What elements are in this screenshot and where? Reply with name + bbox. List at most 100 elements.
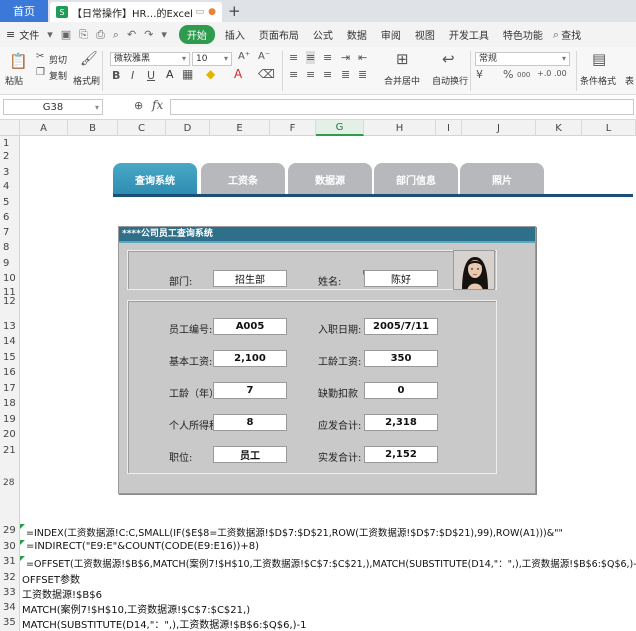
fill-color-icon[interactable]: ◆ bbox=[206, 67, 215, 81]
net-value[interactable]: 2,152 bbox=[364, 446, 438, 463]
wrap-text-button[interactable]: 自动换行 bbox=[432, 74, 468, 87]
gross-value[interactable]: 2,318 bbox=[364, 414, 438, 431]
row-number[interactable]: 33 bbox=[0, 587, 20, 598]
nav-tab-query[interactable]: 查询系统 bbox=[113, 163, 197, 195]
row-number[interactable]: 32 bbox=[0, 572, 20, 583]
formula-line[interactable]: =INDEX(工资数据源!C:C,SMALL(IF($E$8=工资数据源!$D$… bbox=[26, 525, 563, 539]
export-icon[interactable]: ⎘ bbox=[79, 28, 88, 42]
column-header[interactable]: L bbox=[582, 120, 636, 136]
align-center-icon[interactable]: ≡ bbox=[306, 68, 315, 81]
name-box[interactable]: G38 bbox=[3, 99, 103, 115]
cut-button[interactable]: 剪切 bbox=[49, 53, 67, 66]
text-line[interactable]: 工资数据源!$B$6 bbox=[22, 586, 102, 601]
row-number[interactable]: 1 bbox=[0, 138, 20, 149]
row-number[interactable]: 16 bbox=[0, 367, 20, 378]
decrease-decimal-icon[interactable]: .00 bbox=[554, 69, 567, 78]
fx-icon[interactable]: fx bbox=[152, 98, 163, 112]
column-header-selected[interactable]: G bbox=[316, 120, 364, 136]
chevron-down-icon[interactable]: ▾ bbox=[47, 28, 53, 41]
nav-tab-department[interactable]: 部门信息 bbox=[374, 163, 458, 195]
font-color-icon[interactable]: A bbox=[234, 67, 242, 81]
decrease-font-icon[interactable]: A⁻ bbox=[258, 51, 270, 62]
row-number[interactable]: 29 bbox=[0, 525, 20, 536]
cut-icon[interactable]: ✂ bbox=[36, 51, 44, 62]
row-number[interactable]: 9 bbox=[0, 258, 20, 269]
column-header[interactable]: K bbox=[536, 120, 582, 136]
menu-developer[interactable]: 开发工具 bbox=[449, 27, 489, 42]
border-icon[interactable]: ▦ bbox=[182, 67, 193, 81]
menu-start[interactable]: 开始 bbox=[178, 25, 215, 44]
increase-font-icon[interactable]: A⁺ bbox=[238, 51, 250, 62]
menu-page-layout[interactable]: 页面布局 bbox=[259, 27, 299, 42]
nav-tab-datasource[interactable]: 数据源 bbox=[288, 163, 372, 195]
row-number[interactable]: 12 bbox=[0, 296, 20, 307]
text-line[interactable]: MATCH(案例7!$H$10,工资数据源!$C$7:$C$21,) bbox=[22, 601, 250, 616]
column-header[interactable]: C bbox=[118, 120, 166, 136]
row-number[interactable]: 20 bbox=[0, 429, 20, 440]
row-number[interactable]: 5 bbox=[0, 197, 20, 208]
italic-icon[interactable]: I bbox=[131, 69, 134, 82]
column-header[interactable]: H bbox=[364, 120, 436, 136]
zoom-icon[interactable]: ⊕ bbox=[134, 99, 143, 112]
search-icon[interactable]: ⌕ bbox=[553, 28, 559, 42]
menu-formulas[interactable]: 公式 bbox=[313, 27, 333, 42]
tax-value[interactable]: 8 bbox=[213, 414, 287, 431]
row-number[interactable]: 34 bbox=[0, 602, 20, 613]
menu-insert[interactable]: 插入 bbox=[225, 27, 245, 42]
select-all-corner[interactable] bbox=[0, 120, 20, 136]
indent-icon[interactable]: ⇥ bbox=[341, 51, 350, 64]
row-number[interactable]: 18 bbox=[0, 398, 20, 409]
row-number[interactable]: 7 bbox=[0, 227, 20, 238]
undo-icon[interactable]: ↶ bbox=[127, 28, 136, 41]
emp-no-value[interactable]: A005 bbox=[213, 318, 287, 335]
row-number[interactable]: 6 bbox=[0, 212, 20, 223]
bold-icon[interactable]: B bbox=[112, 69, 120, 82]
hamburger-icon[interactable]: ≡ bbox=[6, 28, 15, 41]
font-name-select[interactable]: 微软雅黑 bbox=[110, 52, 190, 66]
row-number[interactable]: 31 bbox=[0, 556, 20, 567]
nav-tab-payslip[interactable]: 工资条 bbox=[201, 163, 285, 195]
save-icon[interactable]: ▣ bbox=[61, 28, 71, 41]
column-header[interactable]: I bbox=[436, 120, 462, 136]
tab-home[interactable]: 首页 bbox=[0, 0, 48, 22]
base-salary-value[interactable]: 2,100 bbox=[213, 350, 287, 367]
row-number[interactable]: 17 bbox=[0, 383, 20, 394]
align-left-icon[interactable]: ≡ bbox=[289, 68, 298, 81]
row-number[interactable]: 13 bbox=[0, 321, 20, 332]
conditional-format-button[interactable]: 条件格式 bbox=[580, 74, 616, 87]
formula-line[interactable]: =INDIRECT("E9:E"&COUNT(CODE(E9:E16))+8) bbox=[26, 541, 259, 552]
menu-file[interactable]: 文件 bbox=[19, 27, 39, 42]
row-number[interactable]: 28 bbox=[0, 478, 20, 488]
redo-icon[interactable]: ↷ bbox=[144, 28, 153, 41]
increase-decimal-icon[interactable]: +.0 bbox=[537, 69, 551, 78]
format-painter-button[interactable]: 格式刷 bbox=[73, 74, 100, 87]
menu-search[interactable]: 查找 bbox=[561, 27, 581, 42]
tab-document[interactable]: S 【日常操作】HR…的Excel公式 ▭ ● bbox=[50, 2, 222, 22]
position-value[interactable]: 员工 bbox=[213, 446, 287, 463]
row-number[interactable]: 4 bbox=[0, 181, 20, 192]
column-header[interactable]: A bbox=[20, 120, 68, 136]
name-value[interactable]: 陈好 bbox=[364, 270, 438, 287]
menu-review[interactable]: 审阅 bbox=[381, 27, 401, 42]
print-preview-icon[interactable]: ⌕ bbox=[113, 28, 119, 42]
seniority-pay-value[interactable]: 350 bbox=[364, 350, 438, 367]
merge-center-button[interactable]: 合并居中 bbox=[384, 74, 420, 87]
text-line[interactable]: MATCH(SUBSTITUTE(D14,"：",),工资数据源!$B$6:$Q… bbox=[22, 616, 307, 631]
row-number[interactable]: 8 bbox=[0, 242, 20, 253]
row-number[interactable]: 19 bbox=[0, 414, 20, 425]
comma-icon[interactable]: 000 bbox=[517, 71, 530, 79]
number-format-select[interactable]: 常规 bbox=[475, 52, 570, 66]
formula-input[interactable] bbox=[170, 99, 634, 115]
merge-center-icon[interactable]: ⊞ bbox=[396, 50, 409, 68]
monitor-icon[interactable]: ▭ bbox=[196, 7, 205, 17]
column-header[interactable]: D bbox=[166, 120, 210, 136]
nav-tab-photo[interactable]: 照片 bbox=[460, 163, 544, 195]
seniority-value[interactable]: 7 bbox=[213, 382, 287, 399]
row-number[interactable]: 10 bbox=[0, 273, 20, 284]
copy-icon[interactable]: ❐ bbox=[36, 67, 45, 78]
justify-icon[interactable]: ≣ bbox=[341, 68, 350, 81]
row-number[interactable]: 21 bbox=[0, 445, 20, 456]
row-number[interactable]: 35 bbox=[0, 617, 20, 628]
menu-view[interactable]: 视图 bbox=[415, 27, 435, 42]
column-header[interactable]: J bbox=[462, 120, 536, 136]
